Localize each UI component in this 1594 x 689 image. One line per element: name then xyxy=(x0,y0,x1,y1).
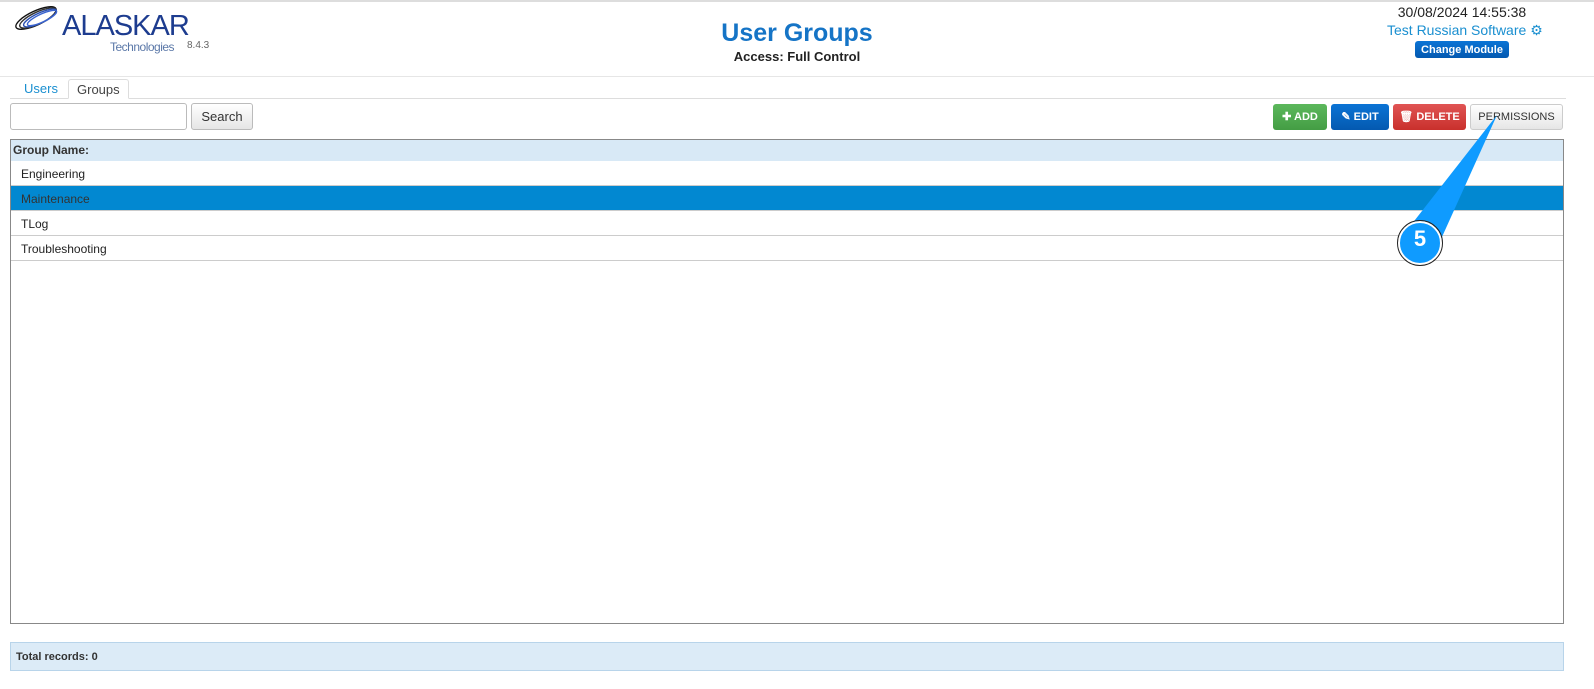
search-button[interactable]: Search xyxy=(191,103,253,130)
column-header-group-name[interactable]: Group Name: xyxy=(11,140,1563,161)
add-button[interactable]: ✚ ADD xyxy=(1273,104,1327,130)
plus-icon: ✚ xyxy=(1282,111,1292,123)
table-row[interactable]: TLog xyxy=(11,211,1563,236)
edit-icon: ✎ xyxy=(1341,111,1351,123)
delete-button[interactable]: 🗑 DELETE xyxy=(1393,104,1466,130)
total-records: Total records: 0 xyxy=(10,642,1564,671)
tab-users[interactable]: Users xyxy=(16,79,66,99)
access-level: Access: Full Control xyxy=(733,49,861,64)
company-name: Test Russian Software xyxy=(1387,22,1527,38)
search-input[interactable] xyxy=(10,103,187,130)
divider xyxy=(0,76,1594,77)
trash-icon: 🗑 xyxy=(1399,111,1414,123)
gear-icon[interactable]: ⚙ xyxy=(1530,22,1543,38)
table-row-selected[interactable]: Maintenance xyxy=(11,186,1563,211)
tab-groups[interactable]: Groups xyxy=(68,79,129,99)
edit-label: EDIT xyxy=(1353,111,1379,123)
edit-button[interactable]: ✎ EDIT xyxy=(1331,104,1389,130)
company-link[interactable]: Test Russian Software ⚙ xyxy=(1387,22,1543,39)
callout-number: 5 xyxy=(1413,226,1427,251)
table-row[interactable]: Troubleshooting xyxy=(11,236,1563,261)
page-title: User Groups xyxy=(721,19,873,47)
add-label: ADD xyxy=(1294,111,1318,123)
tab-bar: Users Groups xyxy=(10,79,1566,99)
datetime: 30/08/2024 14:55:38 xyxy=(1397,4,1527,20)
delete-label: DELETE xyxy=(1416,111,1460,123)
groups-table: Group Name: Engineering Maintenance TLog… xyxy=(10,139,1564,624)
change-module-button[interactable]: Change Module xyxy=(1415,41,1509,58)
table-row[interactable]: Engineering xyxy=(11,161,1563,186)
permissions-button[interactable]: PERMISSIONS xyxy=(1470,104,1563,130)
